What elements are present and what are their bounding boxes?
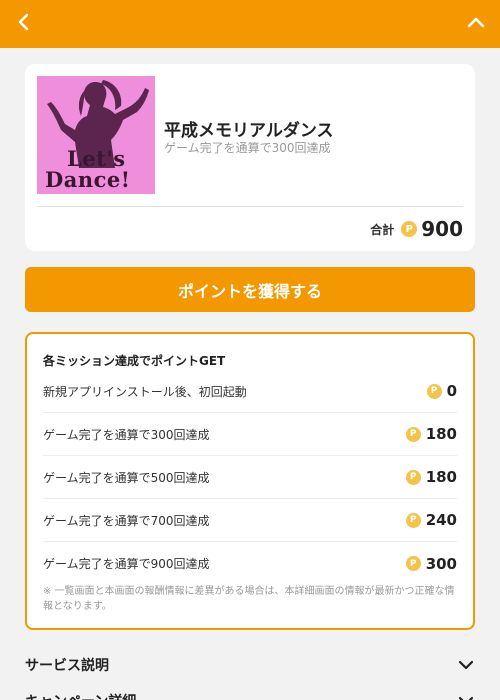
mission-points-value: 0 — [446, 382, 457, 400]
mission-points-value: 240 — [425, 511, 457, 529]
mission-points: P 0 — [426, 382, 457, 400]
mission-row: 新規アプリインストール後、初回起動 P 0 — [43, 370, 457, 413]
total-points: 合計 P 900 — [370, 217, 463, 241]
image-caption-line2: Dance! — [45, 167, 131, 192]
point-coin-icon: P — [405, 426, 421, 442]
mission-row: ゲーム完了を通算で500回達成 P 180 — [43, 456, 457, 499]
point-coin-icon: P — [426, 383, 442, 399]
disclaimer-note: ※ 一覧画面と本画面の報酬情報に差異がある場合は、本詳細画面の情報が最新かつ正確… — [43, 586, 455, 612]
mission-points: P 180 — [405, 425, 457, 443]
mission-points: P 240 — [405, 511, 457, 529]
collapse-button[interactable] — [452, 0, 500, 48]
mission-label: ゲーム完了を通算で300回達成 — [43, 427, 210, 442]
accordion-service-description[interactable]: サービス説明 — [25, 650, 475, 680]
mission-label: ゲーム完了を通算で900回達成 — [43, 557, 210, 571]
offer-subtitle: ゲーム完了を通算で300回達成 — [164, 141, 331, 155]
total-value: 900 — [421, 217, 463, 241]
accordion-label: キャンペーン詳細 — [25, 691, 136, 700]
chevron-up-icon — [466, 14, 486, 34]
offer-title: 平成メモリアルダンス — [164, 121, 334, 141]
accordion-campaign-details[interactable]: キャンペーン詳細 — [25, 686, 475, 700]
mission-label: ゲーム完了を通算で700回達成 — [43, 513, 210, 528]
offer-image[interactable]: Let's Dance! — [37, 76, 155, 194]
mission-row: ゲーム完了を通算で700回達成 P 240 — [43, 499, 457, 542]
missions-panel: 各ミッション達成でポイントGET 新規アプリインストール後、初回起動 P 0 ゲ… — [25, 332, 475, 630]
missions-heading: 各ミッション達成でポイントGET — [43, 354, 226, 368]
mission-row: ゲーム完了を通算で300回達成 P 180 — [43, 413, 457, 456]
point-coin-icon: P — [405, 556, 421, 571]
chevron-down-icon — [457, 692, 475, 700]
offer-card: Let's Dance! 平成メモリアルダンス ゲーム完了を通算で300回達成 … — [25, 64, 475, 251]
mission-points-value: 180 — [425, 425, 457, 443]
mission-label: 新規アプリインストール後、初回起動 — [43, 384, 247, 399]
mission-row: ゲーム完了を通算で900回達成 P 300 — [43, 542, 457, 585]
mission-points: P 300 — [405, 554, 457, 573]
point-coin-icon: P — [405, 469, 421, 485]
chevron-left-icon — [16, 12, 32, 36]
top-bar — [0, 0, 500, 48]
mission-label: ゲーム完了を通算で500回達成 — [43, 470, 210, 485]
accordion-label: サービス説明 — [25, 658, 109, 674]
get-points-button[interactable]: ポイントを獲得する — [25, 267, 475, 312]
mission-points-value: 180 — [425, 468, 457, 486]
point-coin-icon: P — [401, 221, 418, 237]
total-label: 合計 — [370, 222, 395, 237]
back-button[interactable] — [0, 0, 48, 48]
chevron-down-icon — [457, 656, 475, 675]
mission-points-value: 300 — [425, 554, 457, 573]
divider — [37, 206, 463, 207]
point-coin-icon: P — [405, 512, 421, 528]
mission-points: P 180 — [405, 468, 457, 486]
